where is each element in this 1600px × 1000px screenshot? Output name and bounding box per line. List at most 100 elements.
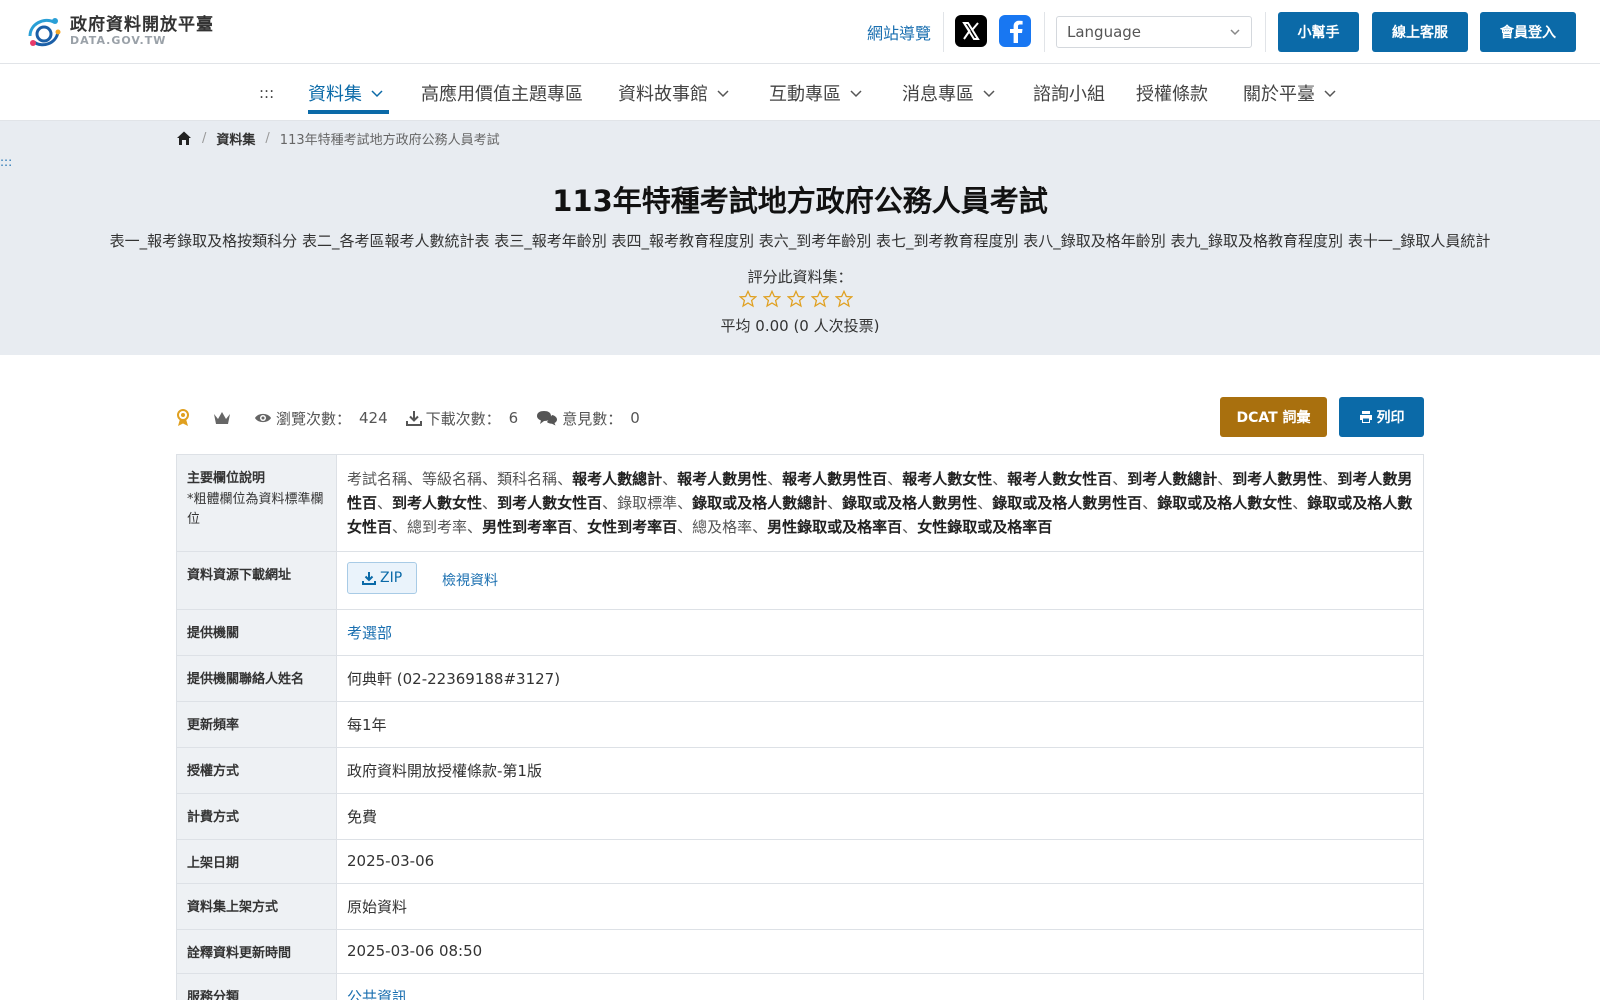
table-row: 服務分類 公共資訊 — [176, 973, 1424, 1000]
field-key: 上架日期 — [176, 839, 337, 884]
badge-icon — [176, 409, 194, 427]
method-value: 原始資料 — [336, 883, 1424, 930]
field-separator: 、 — [992, 470, 1008, 488]
star-icon[interactable] — [787, 290, 805, 308]
field-value: 公共資訊 — [336, 973, 1424, 1000]
star-icon[interactable] — [763, 290, 781, 308]
table-row: 授權方式 政府資料開放授權條款-第1版 — [176, 747, 1424, 794]
logo-icon — [28, 18, 61, 47]
agency-link[interactable]: 考選部 — [347, 624, 392, 642]
star-icon[interactable] — [835, 290, 853, 308]
member-login-button[interactable]: 會員登入 — [1480, 12, 1576, 52]
table-row: 詮釋資料更新時間 2025-03-06 08:50 — [176, 929, 1424, 974]
helper-button[interactable]: 小幫手 — [1278, 12, 1359, 52]
table-row: 更新頻率 每1年 — [176, 701, 1424, 748]
chevron-down-icon — [850, 90, 862, 98]
field-name: 到考人數總計 — [1127, 470, 1218, 488]
field-separator: 、 — [482, 470, 498, 488]
chevron-down-icon — [983, 90, 995, 98]
field-separator: 、 — [1217, 470, 1233, 488]
license-value: 政府資料開放授權條款-第1版 — [336, 747, 1424, 794]
views-label: 瀏覽次數： — [276, 409, 352, 428]
site-logo[interactable]: 政府資料開放平臺 DATA.GOV.TW — [24, 12, 214, 52]
field-separator: 、 — [482, 494, 498, 512]
field-separator: 、 — [602, 494, 618, 512]
star-icon[interactable] — [739, 290, 757, 308]
header-divider — [1265, 12, 1266, 52]
dcat-vocabulary-button[interactable]: DCAT 詞彙 — [1220, 397, 1327, 437]
content-anchor[interactable]: ::: — [0, 155, 12, 169]
main-nav: ::: 資料集 高應用價值主題專區 資料故事館 互動專區 消息專區 諮詢小組 授… — [0, 64, 1600, 121]
zip-download-button[interactable]: ZIP — [347, 562, 418, 594]
nav-item-stories[interactable]: 資料故事館 — [618, 80, 730, 106]
breadcrumb-separator: / — [265, 130, 270, 146]
field-name: 錄取或及格人數男性百 — [992, 494, 1143, 512]
nav-item-label: 關於平臺 — [1243, 84, 1315, 105]
nav-item-label: 消息專區 — [902, 84, 974, 105]
downloads-stat: 下載次數： 6 — [405, 408, 519, 429]
nav-item-datasets[interactable]: 資料集 — [308, 80, 384, 106]
field-separator: 、 — [677, 518, 693, 536]
printer-icon — [1359, 411, 1372, 423]
breadcrumb-separator: / — [202, 130, 207, 146]
download-icon — [405, 411, 422, 426]
comments-count: 0 — [630, 409, 640, 427]
comments-stat: 意見數： 0 — [536, 408, 640, 429]
chevron-down-icon — [1324, 90, 1336, 98]
nav-item-label: 授權條款 — [1136, 84, 1208, 105]
online-service-button[interactable]: 線上客服 — [1372, 12, 1468, 52]
nav-item-label: 高應用價值主題專區 — [421, 84, 583, 105]
metadata-updated-value: 2025-03-06 08:50 — [336, 929, 1424, 974]
chevron-down-icon — [371, 90, 383, 98]
chevron-down-icon — [717, 90, 729, 98]
nav-item-label: 互動專區 — [769, 84, 841, 105]
field-name: 總及格率 — [692, 518, 753, 536]
zip-label: ZIP — [380, 570, 403, 586]
table-row: 提供機關 考選部 — [176, 609, 1424, 656]
field-name: 女性到考率百 — [587, 518, 678, 536]
field-key: 詮釋資料更新時間 — [176, 929, 337, 974]
crown-icon — [212, 410, 236, 426]
field-name: 錄取標準 — [617, 494, 678, 512]
field-name: 男性到考率百 — [482, 518, 573, 536]
nav-item-news[interactable]: 消息專區 — [902, 80, 996, 106]
category-link[interactable]: 公共資訊 — [347, 988, 407, 1000]
field-separator: 、 — [392, 518, 408, 536]
print-button[interactable]: 列印 — [1339, 397, 1424, 437]
downloads-count: 6 — [508, 409, 519, 427]
x-twitter-icon[interactable] — [955, 15, 987, 47]
fields-label: 主要欄位說明 — [187, 471, 266, 486]
field-name: 總到考率 — [407, 518, 468, 536]
nav-anchor[interactable]: ::: — [259, 84, 274, 102]
header-divider — [943, 12, 944, 52]
home-icon[interactable] — [176, 130, 192, 146]
field-key: 授權方式 — [176, 747, 337, 794]
fee-value: 免費 — [336, 793, 1424, 840]
field-separator: 、 — [1112, 470, 1128, 488]
nav-item-interactive[interactable]: 互動專區 — [769, 80, 863, 106]
field-separator: 、 — [1292, 494, 1308, 512]
facebook-icon[interactable] — [999, 15, 1031, 47]
sitemap-link[interactable]: 網站導覽 — [867, 20, 931, 44]
nav-item-advisory[interactable]: 諮詢小組 — [1033, 80, 1105, 106]
views-stat: 瀏覽次數： 424 — [254, 408, 388, 429]
nav-item-license[interactable]: 授權條款 — [1136, 80, 1208, 106]
field-name: 報考人數總計 — [572, 470, 663, 488]
nav-item-about[interactable]: 關於平臺 — [1243, 80, 1337, 106]
dataset-stats: 瀏覽次數： 424 下載次數： 6 意見數： 0 — [176, 404, 658, 432]
star-icon[interactable] — [811, 290, 829, 308]
eye-icon — [255, 413, 271, 423]
nav-item-high-value[interactable]: 高應用價值主題專區 — [421, 80, 583, 106]
chevron-down-icon — [1230, 29, 1240, 36]
language-select[interactable]: Language — [1056, 16, 1252, 48]
breadcrumb-datasets[interactable]: 資料集 — [216, 129, 255, 148]
view-data-link[interactable]: 檢視資料 — [442, 573, 498, 589]
field-name: 錄取或及格人數男性 — [842, 494, 978, 512]
field-separator: 、 — [1142, 494, 1158, 512]
field-name: 報考人數女性 — [902, 470, 993, 488]
table-row: 資料集上架方式 原始資料 — [176, 883, 1424, 930]
table-row: 上架日期 2025-03-06 — [176, 839, 1424, 884]
rating-average: 平均 0.00 (0 人次投票) — [720, 317, 880, 335]
nav-item-label: 諮詢小組 — [1033, 84, 1105, 105]
field-value: 考試名稱、等級名稱、類科名稱、報考人數總計、報考人數男性、報考人數男性百、報考人… — [336, 454, 1424, 552]
